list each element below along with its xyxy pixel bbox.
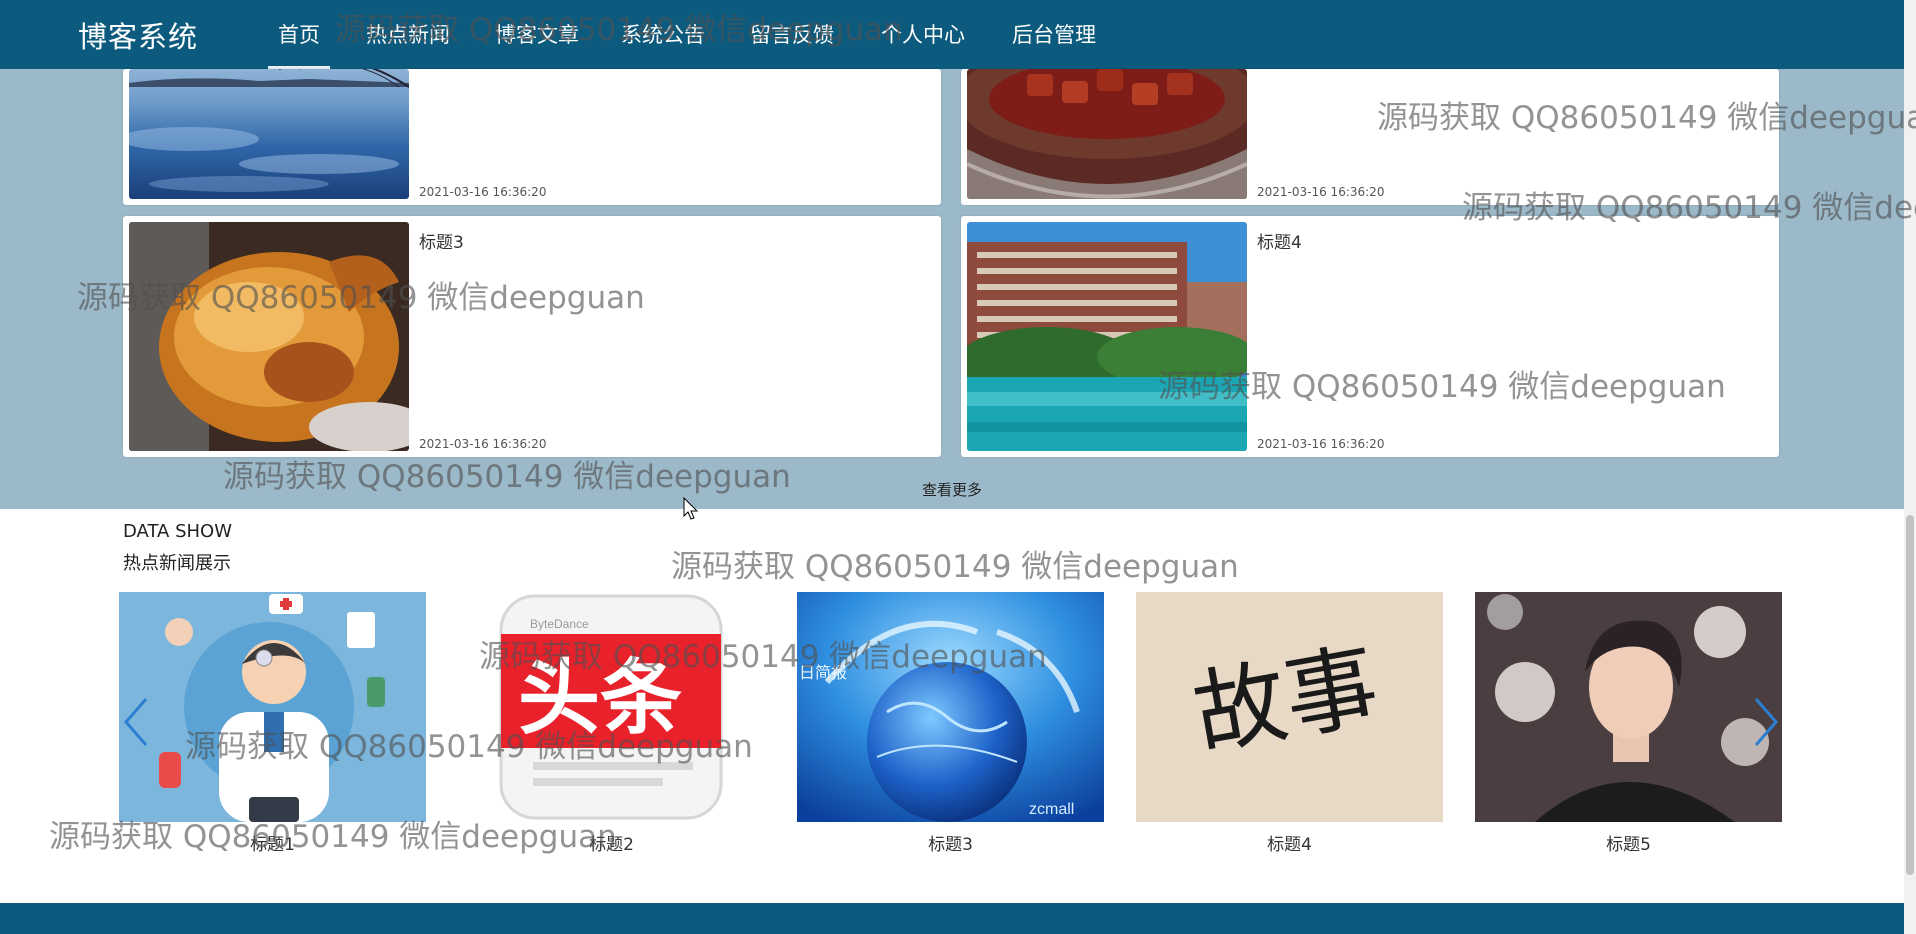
toutiao-image: ByteDance 头条 bbox=[458, 592, 765, 822]
news-card-date: 2021-03-16 16:36:20 bbox=[419, 185, 547, 199]
nav-feedback[interactable]: 留言反馈 bbox=[750, 19, 834, 49]
toutiao-logo-text: 头条 bbox=[518, 651, 682, 746]
news-card[interactable]: 2021-03-16 16:36:20 bbox=[123, 69, 941, 205]
scrollbar-thumb[interactable] bbox=[1906, 515, 1914, 875]
view-more-link[interactable]: 查看更多 bbox=[0, 479, 1904, 500]
news-card-date: 2021-03-16 16:36:20 bbox=[1257, 185, 1385, 199]
carousel-item[interactable]: 标题5 bbox=[1475, 592, 1782, 855]
globe-caption-text: 日简报 bbox=[799, 663, 847, 682]
carousel-caption[interactable]: 标题4 bbox=[1136, 830, 1443, 855]
chevron-right-icon[interactable] bbox=[1752, 695, 1780, 749]
mouse-cursor-icon bbox=[683, 497, 699, 520]
lake-bridge-image bbox=[129, 69, 409, 199]
calligraphy-image: 故事 bbox=[1136, 592, 1443, 822]
carousel-caption[interactable]: 标题5 bbox=[1475, 830, 1782, 855]
news-card[interactable]: 标题3 2021-03-16 16:36:20 bbox=[123, 216, 941, 457]
page-scrollbar[interactable] bbox=[1904, 0, 1916, 934]
news-card[interactable]: 标题4 2021-03-16 16:36:20 bbox=[961, 216, 1779, 457]
roast-chicken-image bbox=[129, 222, 409, 451]
nav-announcements[interactable]: 系统公告 bbox=[621, 19, 705, 49]
footer-bar bbox=[0, 903, 1904, 934]
globe-watermark-text: zcmall bbox=[1029, 801, 1074, 818]
carousel-item[interactable]: 标题1 bbox=[119, 592, 426, 855]
news-section: 2021-03-16 16:36:20 2021-03-16 16:36:20 bbox=[0, 69, 1904, 509]
news-card[interactable]: 2021-03-16 16:36:20 bbox=[961, 69, 1779, 205]
nav-hot-news[interactable]: 热点新闻 bbox=[366, 19, 450, 49]
carousel-item[interactable]: ByteDance 头条 标题2 bbox=[458, 592, 765, 855]
doctor-image bbox=[119, 592, 426, 822]
news-card-date: 2021-03-16 16:36:20 bbox=[419, 437, 547, 451]
toutiao-bytedance-text: ByteDance bbox=[530, 617, 589, 631]
carousel-caption[interactable]: 标题1 bbox=[119, 830, 426, 855]
nav-blog-articles[interactable]: 博客文章 bbox=[495, 19, 579, 49]
data-show-subtitle: 热点新闻展示 bbox=[123, 553, 231, 574]
globe-image: 日简报 zcmall bbox=[797, 592, 1104, 822]
site-brand[interactable]: 博客系统 bbox=[78, 14, 198, 56]
nav-user-center[interactable]: 个人中心 bbox=[881, 19, 965, 49]
carousel-caption[interactable]: 标题3 bbox=[797, 830, 1104, 855]
carousel-item[interactable]: 故事 标题4 bbox=[1136, 592, 1443, 855]
news-card-title[interactable]: 标题3 bbox=[419, 228, 464, 253]
carousel-item[interactable]: 日简报 zcmall 标题3 bbox=[797, 592, 1104, 855]
portrait-image bbox=[1475, 592, 1782, 822]
top-nav: 博客系统 首页 热点新闻 博客文章 系统公告 留言反馈 个人中心 后台管理 bbox=[0, 0, 1904, 69]
news-card-title[interactable]: 标题4 bbox=[1257, 228, 1302, 253]
braised-pork-image bbox=[967, 69, 1247, 199]
carousel-caption[interactable]: 标题2 bbox=[458, 830, 765, 855]
nav-admin[interactable]: 后台管理 bbox=[1012, 19, 1096, 49]
hotel-pool-image bbox=[967, 222, 1247, 451]
data-show-title: DATA SHOW bbox=[123, 521, 233, 542]
watermark-text: 源码获取 QQ86050149 微信deepguan bbox=[671, 549, 1239, 585]
news-card-date: 2021-03-16 16:36:20 bbox=[1257, 437, 1385, 451]
nav-home[interactable]: 首页 bbox=[268, 19, 330, 69]
chevron-left-icon[interactable] bbox=[122, 695, 150, 749]
